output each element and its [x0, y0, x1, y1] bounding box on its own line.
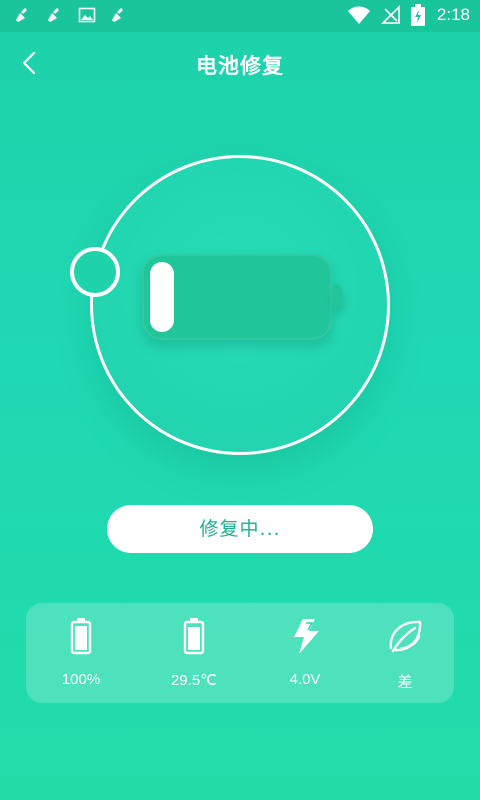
no-signal-icon [380, 5, 400, 24]
stat-voltage: 4.0V [250, 617, 360, 688]
stat-battery-level: 100% [26, 617, 136, 688]
stat-temperature: 29.5℃ [139, 617, 249, 689]
battery-icon [70, 618, 92, 655]
leaf-icon [389, 620, 422, 653]
broom-icon [16, 8, 27, 22]
status-bar: 2:18 [0, 0, 480, 32]
repair-progress-ring [70, 155, 390, 455]
wifi-icon [347, 6, 370, 24]
battery-info-panel: 100% 29.5℃ 4.0V 差 [26, 603, 454, 703]
stat-label: 100% [61, 671, 101, 688]
broom-icon [112, 8, 123, 22]
thermometer-battery-icon [183, 618, 205, 655]
battery-terminal [332, 285, 342, 309]
status-time: 2:18 [436, 5, 470, 24]
progress-ring-knob [70, 247, 120, 297]
stat-label: 29.5℃ [170, 672, 218, 689]
page-title: 电池修复 [196, 54, 284, 78]
stat-label: 差 [397, 674, 413, 691]
app-header: 电池修复 [0, 32, 480, 94]
broom-icon [48, 8, 59, 22]
repair-status-button[interactable]: 修复中... [107, 505, 373, 553]
battery-level-fill [150, 262, 174, 332]
stat-health: 差 [350, 617, 460, 692]
stat-label: 4.0V [289, 671, 321, 688]
lightning-icon [294, 619, 319, 654]
battery-charging-icon [410, 4, 425, 26]
image-icon [78, 7, 96, 23]
